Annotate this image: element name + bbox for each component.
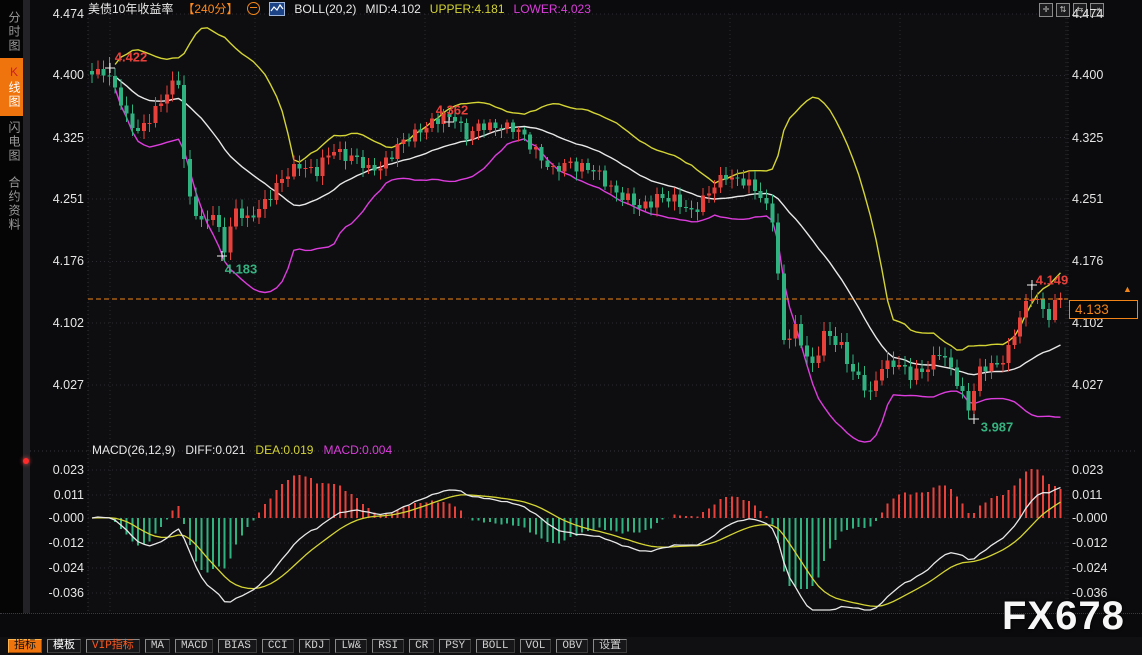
axis-tick-label: 4.474 [1072,7,1103,21]
toolbar-button-CCI[interactable]: CCI [262,639,294,653]
scale-y-axis-icon[interactable]: ⇅ [1056,3,1070,17]
trading-chart-app: 分时图K线图闪电图合约资料 美债10年收益率 【240分】 BOLL(20,2)… [0,0,1142,655]
toolbar-button-RSI[interactable]: RSI [372,639,404,653]
period-label[interactable]: 【240分】 [182,0,238,17]
sidebar-divider [23,0,30,655]
toolbar-button-CR[interactable]: CR [409,639,434,653]
macd-diff-label: DIFF:0.021 [185,443,245,457]
axis-tick-label: -0.036 [49,586,84,600]
chart-header: 美债10年收益率 【240分】 BOLL(20,2) MID:4.102 UPP… [88,1,591,16]
price-annotation: 4.149 [1036,273,1069,288]
chart-canvas[interactable] [0,0,1142,655]
alert-indicator-icon [23,458,29,464]
axis-tick-label: -0.024 [49,561,84,575]
sidebar-tab-1[interactable]: 分时图 [0,4,23,60]
axis-tick-label: 0.011 [54,488,84,502]
last-price-value: 4.133 [1075,302,1109,317]
axis-tick-label: -0.000 [1072,511,1107,525]
toolbar-button-模板[interactable]: 模板 [47,639,81,653]
toolbar-button-BIAS[interactable]: BIAS [218,639,256,653]
instrument-title: 美债10年收益率 [88,0,173,17]
price-annotation: 4.422 [115,50,148,65]
axis-tick-label: 4.400 [1072,68,1103,82]
price-arrow-icon: ▲ [1123,285,1132,294]
macd-header: MACD(26,12,9) DIFF:0.021 DEA:0.019 MACD:… [92,443,392,457]
sidebar-tab-4[interactable]: 合约资料 [0,168,23,240]
price-annotation: 3.987 [981,420,1014,435]
price-annotation: 4.183 [225,262,258,277]
axis-tick-label: 4.176 [53,254,84,268]
toolbar-button-BOLL[interactable]: BOLL [476,639,514,653]
toolbar-button-指标[interactable]: 指标 [8,639,42,653]
axis-tick-label: 4.325 [1072,131,1103,145]
macd-macd-label: MACD:0.004 [323,443,392,457]
indicator-toolbar: 指标模板 VIP指标 MA MACD BIAS CCI KDJ LW&RSI CR PSY BOLL… [0,637,1142,655]
axis-tick-label: 4.474 [53,7,84,21]
watermark-logo: FX678 [1002,594,1125,639]
boll-upper-label: UPPER:4.181 [430,2,505,16]
toolbar-button-设置[interactable]: 设置 [593,639,627,653]
price-annotation: 4.362 [436,103,469,118]
axis-tick-label: -0.000 [49,511,84,525]
boll-name-label: BOLL(20,2) [294,2,356,16]
axis-tick-label: -0.024 [1072,561,1107,575]
axis-tick-label: 4.027 [53,378,84,392]
axis-tick-label: 4.325 [53,131,84,145]
toolbar-button-KDJ[interactable]: KDJ [299,639,331,653]
toolbar-button-VOL[interactable]: VOL [520,639,552,653]
axis-tick-label: 0.011 [1072,488,1102,502]
toolbar-button-MA[interactable]: MA [145,639,170,653]
toolbar-button-OBV[interactable]: OBV [556,639,588,653]
axis-tick-label: 0.023 [53,463,84,477]
axis-tick-label: 4.027 [1072,378,1103,392]
axis-tick-label: 4.251 [53,192,84,206]
axis-tick-label: 0.023 [1072,463,1103,477]
last-price-tag: 4.133 [1069,300,1138,319]
sidebar-tab-2[interactable]: K线图 [0,58,23,116]
toolbar-button-MACD[interactable]: MACD [175,639,213,653]
macd-name-label: MACD(26,12,9) [92,443,175,457]
axis-tick-label: -0.012 [1072,536,1107,550]
toolbar-button-LW&[interactable]: LW& [335,639,367,653]
time-axis-row: 240分▲ 07/2908/0608/1508/2509/0309/1209/2… [0,613,1142,637]
boll-lower-label: LOWER:4.023 [514,2,591,16]
macd-dea-label: DEA:0.019 [255,443,313,457]
indicator-chart-icon[interactable] [269,2,285,16]
sidebar: 分时图K线图闪电图合约资料 [0,0,30,655]
move-crosshair-icon[interactable]: ✛ [1039,3,1053,17]
axis-tick-label: -0.012 [49,536,84,550]
boll-mid-label: MID:4.102 [365,2,420,16]
sidebar-tab-3[interactable]: 闪电图 [0,114,23,170]
toolbar-button-PSY[interactable]: PSY [439,639,471,653]
axis-tick-label: 4.251 [1072,192,1103,206]
axis-tick-label: 4.400 [53,68,84,82]
collapse-chart-icon[interactable] [247,2,260,15]
axis-tick-label: 4.102 [53,316,84,330]
toolbar-button-VIP指标[interactable]: VIP指标 [86,639,140,653]
axis-tick-label: 4.176 [1072,254,1103,268]
